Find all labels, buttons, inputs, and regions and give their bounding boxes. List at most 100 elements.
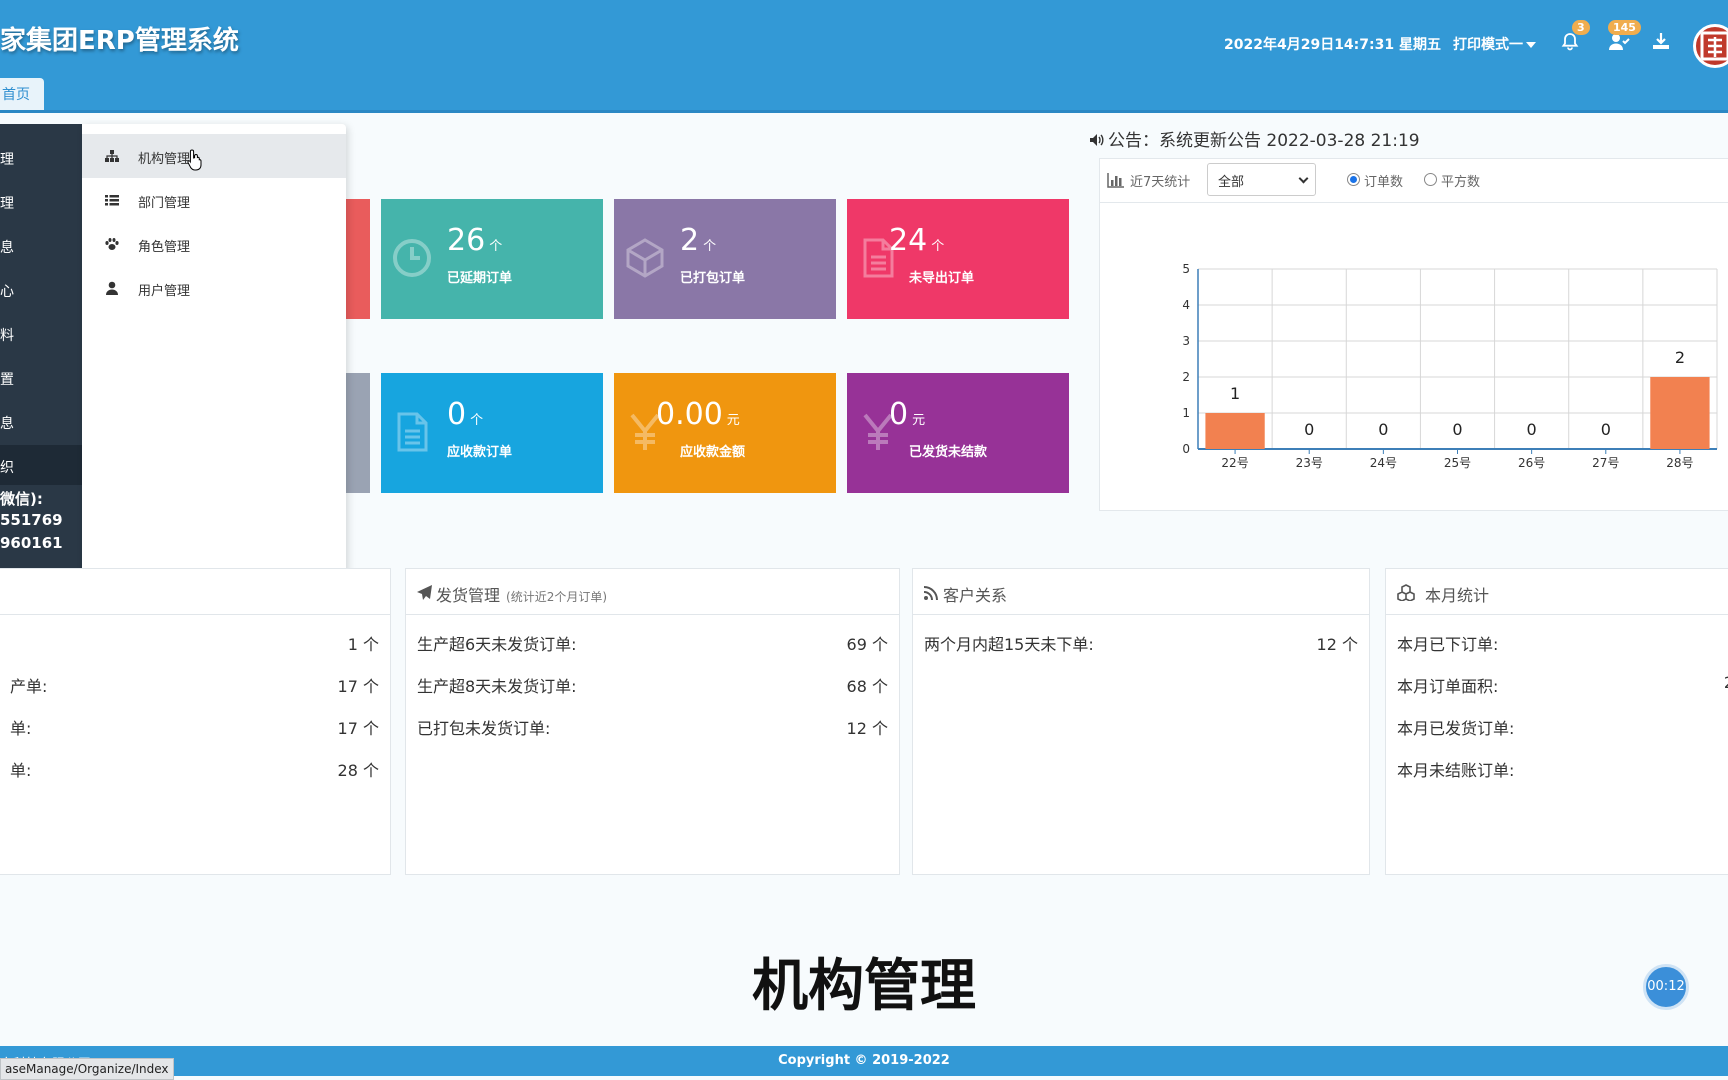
shipped-unsettled-value: 0元 bbox=[889, 397, 926, 432]
table-row: 单: 28 个 bbox=[10, 761, 379, 780]
user-count-badge: 145 bbox=[1608, 20, 1641, 35]
app-title: 家集团ERP管理系统 bbox=[0, 26, 239, 56]
receivable-amount-label: 应收款金额 bbox=[680, 445, 746, 460]
radio-area[interactable] bbox=[1424, 173, 1437, 186]
chart-range-label: 近7天统计 bbox=[1130, 175, 1191, 190]
announcement-text: 公告：系统更新公告 2022-03-28 21:19 bbox=[1108, 131, 1420, 151]
recording-timer[interactable]: 00:12 bbox=[1643, 964, 1689, 1010]
status-bar-url: aseManage/Organize/Index bbox=[0, 1058, 174, 1080]
chart-y-tick-label: 0 bbox=[1182, 442, 1190, 456]
submenu-item-user[interactable]: 用户管理 bbox=[82, 266, 346, 310]
chart-bar bbox=[1650, 377, 1710, 449]
panel-production-header bbox=[0, 569, 390, 615]
chart-y-tick-label: 1 bbox=[1182, 406, 1190, 420]
submenu-item-role[interactable]: 角色管理 bbox=[82, 222, 346, 266]
submenu-label-role: 角色管理 bbox=[138, 240, 191, 255]
sitemap-icon bbox=[104, 148, 120, 164]
chart-filter-select[interactable]: 全部 bbox=[1207, 163, 1316, 196]
contact-label: 微信): bbox=[0, 490, 43, 508]
download-icon[interactable] bbox=[1652, 32, 1676, 56]
panel-customer-title: 客户关系 bbox=[943, 586, 1008, 605]
avatar[interactable] bbox=[1693, 24, 1728, 68]
table-row: 本月已发货订单: bbox=[1397, 719, 1515, 738]
sidebar-item-5[interactable]: 料 bbox=[0, 325, 14, 345]
plane-icon bbox=[417, 585, 432, 600]
receivable-orders-label: 应收款订单 bbox=[447, 445, 513, 460]
table-row: 生产超8天未发货订单: 68 个 bbox=[417, 677, 888, 696]
chart-data-label: 0 bbox=[1304, 420, 1314, 439]
stat-card-receivable-amount[interactable]: 0.00 元 应收款金额 bbox=[614, 373, 836, 493]
cubes-icon bbox=[1397, 584, 1415, 601]
submenu-label-user: 用户管理 bbox=[138, 284, 191, 299]
bell-icon[interactable] bbox=[1560, 32, 1584, 56]
chart-x-tick-label: 27号 bbox=[1592, 456, 1619, 470]
submenu-item-org[interactable]: 机构管理 bbox=[82, 134, 346, 178]
hand-cursor-icon bbox=[187, 149, 202, 171]
chart-data-label: 0 bbox=[1452, 420, 1462, 439]
panel-customer-header: 客户关系 bbox=[913, 569, 1369, 615]
print-mode-dropdown[interactable]: 打印模式一 bbox=[1453, 34, 1536, 54]
rss-icon bbox=[923, 586, 938, 601]
chart-bar bbox=[1205, 413, 1265, 449]
users-icon[interactable] bbox=[1608, 32, 1632, 56]
delayed-orders-value: 26 个 bbox=[447, 223, 503, 258]
sidebar-item-4[interactable]: 心 bbox=[0, 281, 14, 301]
packed-orders-value: 2个 bbox=[680, 223, 717, 258]
stat-card-packed-orders[interactable]: 2个 已打包订单 bbox=[614, 199, 836, 319]
list-icon bbox=[104, 192, 120, 208]
sidebar-item-6[interactable]: 置 bbox=[0, 369, 14, 389]
table-row: 生产超6天未发货订单: 69 个 bbox=[417, 635, 888, 654]
announcement[interactable]: 公告：系统更新公告 2022-03-28 21:19 bbox=[1089, 126, 1420, 151]
bar-chart-icon bbox=[1107, 173, 1124, 188]
chart-y-tick-label: 3 bbox=[1182, 334, 1190, 348]
delayed-orders-label: 已延期订单 bbox=[447, 271, 513, 286]
receivable-amount-value: 0.00 元 bbox=[656, 397, 740, 432]
chart-x-tick-label: 22号 bbox=[1221, 456, 1248, 470]
notification-badge: 3 bbox=[1572, 20, 1590, 35]
header-datetime: 2022年4月29日14:7:31 星期五 bbox=[1224, 37, 1441, 53]
radio-area-label[interactable]: 平方数 bbox=[1441, 171, 1480, 190]
radio-orders[interactable] bbox=[1347, 173, 1360, 186]
sidebar-item-7[interactable]: 息 bbox=[0, 413, 14, 433]
chart-y-tick-label: 2 bbox=[1182, 370, 1190, 384]
panel-shipping: 发货管理 (统计近2个月订单) 生产超6天未发货订单: 69 个 生产超8天未发货订… bbox=[405, 568, 900, 875]
receivable-orders-value: 0个 bbox=[447, 397, 484, 432]
footer: Copyright © 2019-2022 bbox=[0, 1046, 1728, 1076]
stat-card-receivable-orders[interactable]: 0个 应收款订单 bbox=[381, 373, 603, 493]
stat-card-not-exported-orders[interactable]: 24 个 未导出订单 bbox=[847, 199, 1069, 319]
submenu-item-dept[interactable]: 部门管理 bbox=[82, 178, 346, 222]
panel-monthly: 本月统计 本月已下订单: 本月订单面积:2 本月已发货订单: 本月未结账订单: bbox=[1385, 568, 1728, 875]
chart-data-label: 0 bbox=[1527, 420, 1537, 439]
chart-x-tick-label: 23号 bbox=[1296, 456, 1323, 470]
tab-home[interactable]: 首页 bbox=[0, 78, 44, 113]
shipped-unsettled-label: 已发货未结款 bbox=[909, 445, 988, 460]
seven-day-chart-panel: 近7天统计 全部 订单数 平方数 0 1 2 3 4 5 1 22号 0 23号 0 24号 0 25号 0… bbox=[1099, 158, 1728, 511]
clock-icon bbox=[393, 239, 431, 277]
chart-x-tick-label: 24号 bbox=[1370, 456, 1397, 470]
contact-number-1: 551769 bbox=[0, 511, 63, 529]
sidebar-item-2[interactable]: 理 bbox=[0, 193, 14, 213]
chevron-down-icon bbox=[1298, 173, 1309, 184]
submenu-label-org: 机构管理 bbox=[138, 152, 191, 167]
table-row: 已打包未发货订单: 12 个 bbox=[417, 719, 888, 738]
chart-toolbar: 近7天统计 全部 订单数 平方数 bbox=[1100, 159, 1728, 203]
footer-copyright: Copyright © 2019-2022 bbox=[778, 1053, 950, 1068]
table-row: 两个月内超15天未下单: 12 个 bbox=[924, 635, 1358, 654]
stat-card-delayed-orders[interactable]: 26 个 已延期订单 bbox=[381, 199, 603, 319]
chart-y-tick-label: 4 bbox=[1182, 298, 1190, 312]
sidebar-item-organization[interactable]: 织 bbox=[0, 457, 14, 477]
header-divider bbox=[0, 110, 1728, 113]
panel-customer: 客户关系 两个月内超15天未下单: 12 个 bbox=[912, 568, 1370, 875]
sidebar-item-1[interactable]: 理 bbox=[0, 149, 14, 169]
panel-shipping-title: 发货管理 bbox=[436, 586, 501, 605]
packed-orders-label: 已打包订单 bbox=[680, 271, 746, 286]
chart-data-label: 2 bbox=[1675, 348, 1685, 367]
chart-filter-value: 全部 bbox=[1218, 175, 1245, 190]
paw-icon bbox=[104, 236, 120, 252]
stat-card-shipped-unsettled[interactable]: 0元 已发货未结款 bbox=[847, 373, 1069, 493]
table-row: 本月订单面积:2 bbox=[1397, 673, 1728, 696]
sidebar-item-3[interactable]: 息 bbox=[0, 237, 14, 257]
table-row: 产单: 17 个 bbox=[10, 677, 379, 696]
radio-orders-label[interactable]: 订单数 bbox=[1364, 171, 1403, 190]
cube-icon bbox=[626, 238, 664, 278]
